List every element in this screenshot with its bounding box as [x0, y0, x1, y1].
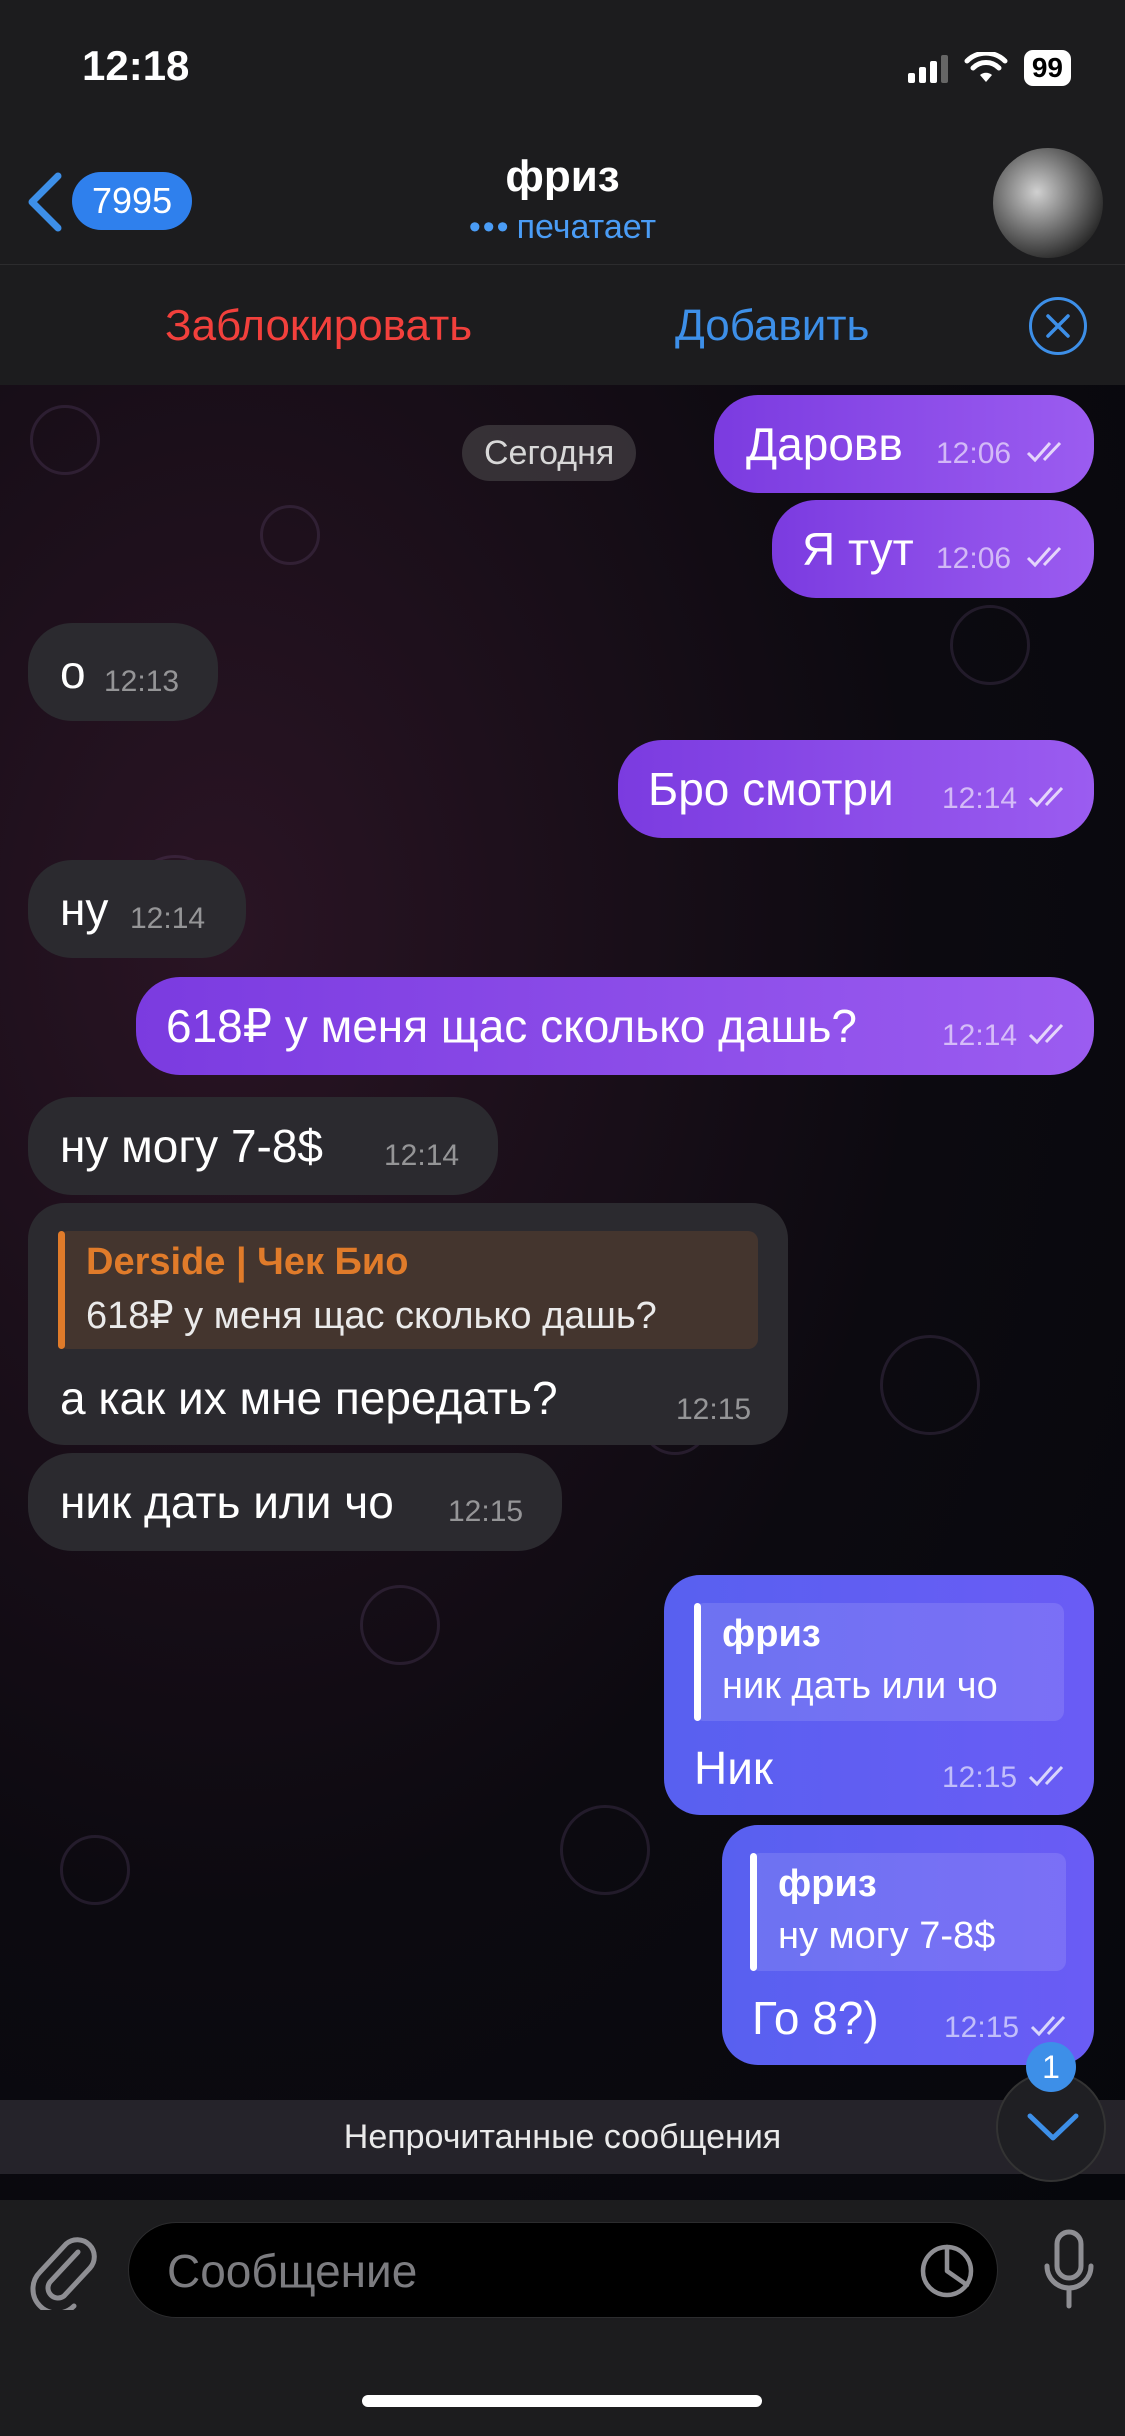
reply-text: ну могу 7-8$ [778, 1915, 996, 1957]
message-text: ник дать или чо [60, 1476, 394, 1528]
message-text: Го 8?) [752, 1992, 879, 2044]
message-incoming[interactable]: ну 12:14 [28, 860, 246, 958]
typing-label: печатает [516, 208, 657, 246]
avatar[interactable] [993, 148, 1103, 258]
message-incoming[interactable]: ну могу 7-8$ 12:14 [28, 1097, 498, 1195]
reply-author: фриз [778, 1863, 877, 1905]
message-outgoing[interactable]: Бро смотри 12:14 [618, 740, 1094, 838]
message-time: 12:15 [676, 1393, 752, 1426]
reply-quote-bar [694, 1603, 701, 1721]
contact-action-bar: Заблокировать Добавить [0, 265, 1125, 385]
message-text: Я тут [802, 523, 914, 575]
background-doodle [360, 1585, 440, 1665]
background-doodle [30, 405, 100, 475]
close-action-bar-button[interactable] [1029, 297, 1087, 355]
message-text: Даровв [746, 418, 903, 470]
sticker-icon[interactable] [919, 2243, 975, 2299]
message-incoming[interactable]: о 12:13 [28, 623, 218, 721]
typing-status: ••• печатает [0, 208, 1125, 247]
reply-author: Derside | Чек Био [86, 1241, 409, 1283]
message-outgoing[interactable]: 618₽ у меня щас сколько дашь? 12:14 [136, 977, 1094, 1075]
message-time: 12:14 [130, 902, 206, 935]
double-check-icon [1030, 2015, 1066, 2037]
message-time: 12:14 [942, 782, 1018, 815]
signal-icon [907, 53, 948, 83]
message-field[interactable] [128, 2222, 998, 2318]
double-check-icon [1026, 441, 1062, 463]
status-icons: 99 [907, 50, 1071, 86]
message-text: Бро смотри [648, 763, 894, 815]
wifi-icon [964, 52, 1008, 82]
block-button[interactable]: Заблокировать [165, 301, 472, 351]
double-check-icon [1028, 1765, 1064, 1787]
unread-count-badge: 1 [1026, 2042, 1076, 2092]
close-icon [1046, 314, 1070, 338]
unread-messages-divider: Непрочитанные сообщения [0, 2100, 1125, 2174]
message-outgoing[interactable]: Даровв 12:06 [714, 395, 1094, 493]
message-time: 12:14 [384, 1139, 460, 1172]
double-check-icon [1028, 1023, 1064, 1045]
message-incoming[interactable]: ник дать или чо 12:15 [28, 1453, 562, 1551]
message-text: а как их мне передать? [60, 1372, 558, 1424]
background-doodle [950, 605, 1030, 685]
message-outgoing-reply[interactable]: фриз ник дать или чо Ник 12:15 [664, 1575, 1094, 1815]
message-time: 12:06 [936, 542, 1012, 575]
background-doodle [880, 1335, 980, 1435]
message-text: о [60, 646, 86, 698]
message-text: ну [60, 883, 109, 935]
message-outgoing-reply[interactable]: фриз ну могу 7-8$ Го 8?) 12:15 [722, 1825, 1094, 2065]
message-text: 618₽ у меня щас сколько дашь? [166, 1000, 857, 1052]
status-bar: 12:18 99 [0, 0, 1125, 140]
chat-header: 7995 фриз ••• печатает [0, 140, 1125, 265]
unread-messages-label: Непрочитанные сообщения [343, 2118, 782, 2156]
reply-text: 618₽ у меня щас сколько дашь? [86, 1295, 657, 1337]
paperclip-icon[interactable] [28, 2230, 98, 2310]
reply-quote-bar [750, 1853, 757, 1971]
background-doodle [60, 1835, 130, 1905]
message-time: 12:15 [944, 2011, 1020, 2044]
message-outgoing[interactable]: Я тут 12:06 [772, 500, 1094, 598]
message-text: Ник [694, 1742, 774, 1794]
chat-area[interactable]: Сегодня Даровв 12:06 Я тут 12:06 о 12:13… [0, 385, 1125, 2200]
double-check-icon [1028, 786, 1064, 808]
message-incoming-reply[interactable]: Derside | Чек Био 618₽ у меня щас скольк… [28, 1203, 788, 1445]
reply-quote[interactable]: Derside | Чек Био 618₽ у меня щас скольк… [58, 1231, 758, 1349]
typing-dots: ••• [468, 208, 511, 246]
battery-indicator: 99 [1023, 50, 1071, 86]
chevron-down-icon [1027, 2113, 1079, 2141]
reply-quote[interactable]: фриз ник дать или чо [694, 1603, 1064, 1721]
message-text: ну могу 7-8$ [60, 1120, 324, 1172]
background-doodle [560, 1805, 650, 1895]
reply-quote-bar [58, 1231, 65, 1349]
message-time: 12:06 [936, 437, 1012, 470]
reply-quote[interactable]: фриз ну могу 7-8$ [750, 1853, 1066, 1971]
home-indicator [362, 2395, 762, 2407]
background-doodle [260, 505, 320, 565]
message-input[interactable] [167, 2241, 867, 2301]
microphone-icon[interactable] [1043, 2228, 1095, 2312]
reply-text: ник дать или чо [722, 1665, 998, 1707]
message-time: 12:15 [448, 1495, 524, 1528]
status-time: 12:18 [82, 42, 190, 89]
add-contact-button[interactable]: Добавить [675, 301, 869, 351]
reply-author: фриз [722, 1613, 821, 1655]
message-time: 12:15 [942, 1761, 1018, 1794]
message-time: 12:14 [942, 1019, 1018, 1052]
double-check-icon [1026, 546, 1062, 568]
message-time: 12:13 [104, 665, 180, 698]
date-separator: Сегодня [462, 425, 637, 481]
chat-title[interactable]: фриз [0, 152, 1125, 202]
